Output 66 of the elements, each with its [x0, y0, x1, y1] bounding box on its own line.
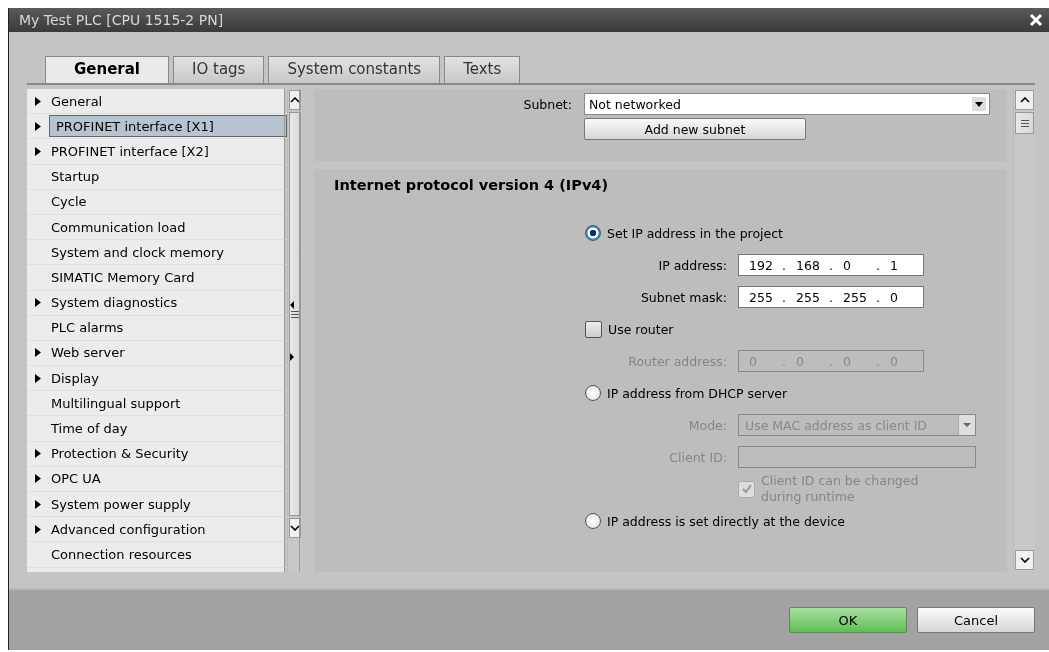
expand-arrow-icon[interactable] — [35, 146, 41, 156]
tab[interactable]: IO tags — [173, 56, 265, 83]
radio-button[interactable] — [585, 225, 601, 241]
tree-item[interactable]: Display — [49, 368, 101, 388]
scroll-thumb[interactable] — [1015, 112, 1034, 134]
tab[interactable]: Texts — [444, 56, 521, 83]
tab[interactable]: System constants — [268, 56, 441, 83]
option-label: IP address from DHCP server — [607, 385, 788, 401]
tree-item[interactable]: Protection & Security — [49, 444, 191, 464]
tree-item[interactable]: Time of day — [49, 419, 130, 439]
address-field[interactable]: 192 . 168 . 0 . 1 — [738, 254, 924, 276]
option-label: Use router — [608, 321, 674, 337]
expand-arrow-icon[interactable] — [35, 121, 41, 131]
radio-button[interactable] — [585, 513, 601, 529]
scrollbar[interactable] — [1013, 89, 1035, 571]
field-label: Mode: — [687, 417, 728, 433]
expand-arrow-icon[interactable] — [35, 449, 41, 459]
field-label: Client ID: — [668, 449, 728, 465]
checkbox-label: Client ID can be changed during runtime — [761, 473, 920, 505]
expand-arrow-icon[interactable] — [35, 524, 41, 534]
ok-button[interactable]: OK — [789, 607, 907, 633]
expand-arrow-icon[interactable] — [35, 348, 41, 358]
expand-arrow-icon[interactable] — [35, 499, 41, 509]
chevron-down-icon — [1019, 557, 1030, 563]
collapse-arrows-icon[interactable] — [290, 300, 294, 361]
tree-item[interactable]: System power supply — [49, 494, 193, 514]
expand-arrow-icon[interactable] — [35, 298, 41, 308]
tree-item[interactable]: SIMATIC Memory Card — [49, 267, 197, 287]
tree-item[interactable]: PROFINET interface [X2] — [49, 141, 211, 161]
option-label: Set IP address in the project — [607, 225, 784, 241]
add-subnet-button[interactable]: Add new subnet — [584, 118, 806, 140]
chevron-down-icon — [290, 525, 300, 531]
tree-item[interactable]: System and clock memory — [49, 242, 227, 262]
subnet-label: Subnet: — [522, 96, 573, 112]
expand-arrow-icon[interactable] — [35, 96, 41, 106]
tree-item[interactable]: Web server — [49, 343, 127, 363]
cancel-button[interactable]: Cancel — [917, 607, 1035, 633]
tree-item[interactable]: PROFINET interface [X1] — [49, 115, 287, 138]
window-title: My Test PLC [CPU 1515-2 PN] — [19, 12, 224, 28]
subnet-dropdown[interactable]: Not networked — [584, 93, 990, 115]
tree-item[interactable]: Cycle — [49, 192, 89, 212]
tree-item[interactable]: Communication load — [49, 217, 188, 237]
radio-button[interactable] — [585, 385, 601, 401]
expand-arrow-icon[interactable] — [35, 373, 41, 383]
chevron-up-icon — [290, 97, 300, 103]
tree-item[interactable]: Connection resources — [49, 544, 194, 564]
expand-arrow-icon[interactable] — [35, 474, 41, 484]
scroll-up-button[interactable] — [1015, 90, 1034, 110]
chevron-up-icon — [1019, 97, 1030, 103]
section-title: Internet protocol version 4 (IPv4) — [334, 177, 610, 195]
field-label: IP address: — [657, 257, 728, 273]
tab[interactable]: General — [45, 56, 169, 83]
tree-item[interactable]: System diagnostics — [49, 293, 180, 313]
field-label: Subnet mask: — [639, 289, 728, 305]
checkbox[interactable] — [585, 320, 602, 338]
option-label: IP address is set directly at the device — [607, 513, 845, 529]
close-icon[interactable] — [1029, 13, 1043, 27]
scroll-down-button[interactable] — [1015, 550, 1034, 570]
tree-item[interactable]: General — [49, 91, 105, 111]
tree-item[interactable]: OPC UA — [49, 469, 103, 489]
address-field[interactable]: 255 . 255 . 255 . 0 — [738, 286, 924, 308]
tree-item[interactable]: Advanced configuration — [49, 519, 208, 539]
tree-item[interactable]: Multilingual support — [49, 393, 183, 413]
tree-item[interactable]: PLC alarms — [49, 318, 126, 338]
tree-item[interactable]: Startup — [49, 167, 102, 187]
field-label: Router address: — [627, 353, 728, 369]
